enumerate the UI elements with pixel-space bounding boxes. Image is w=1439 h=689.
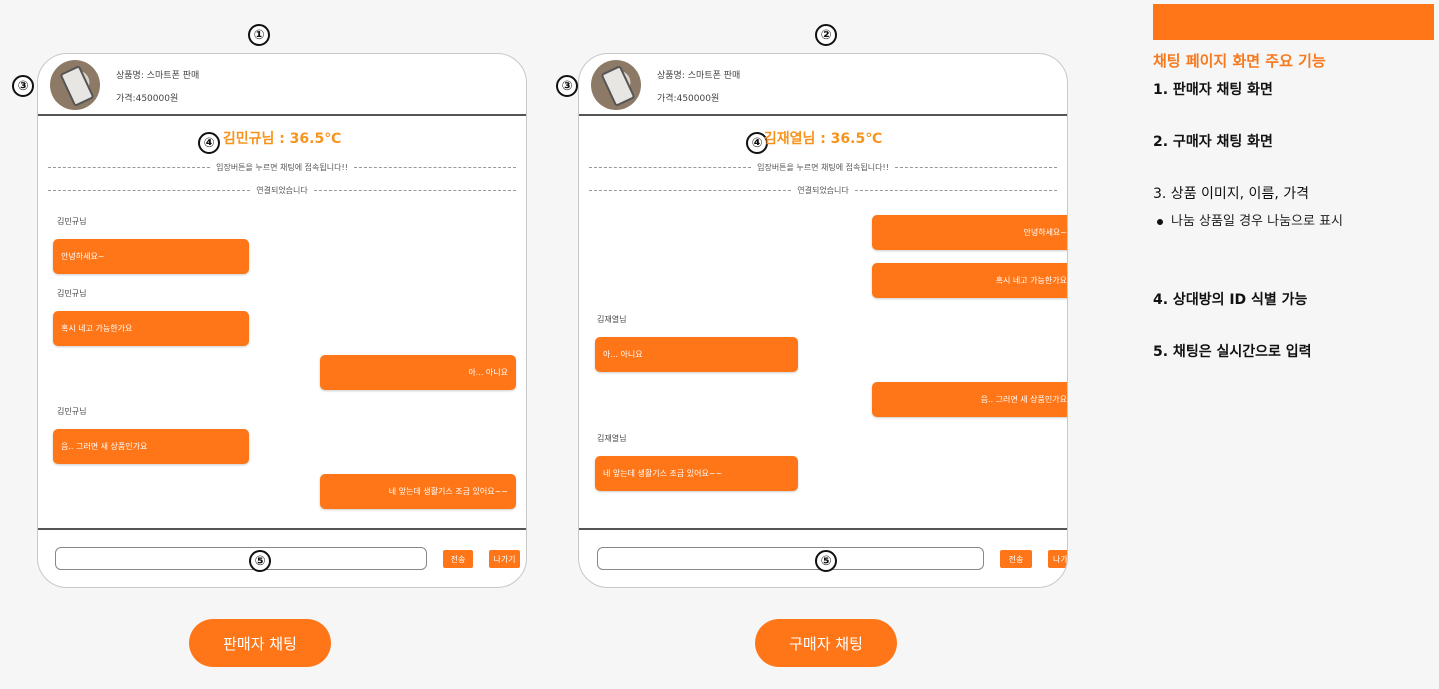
product-name: 상품명: 스마트폰 판매 [116,71,200,81]
sidebar-title: 채팅 페이지 화면 주요 기능 [1153,52,1326,70]
feature-item-3: 3. 상품 이미지, 이름, 가격 [1153,186,1309,202]
notice-enter: 입장버튼을 누르면 채팅에 접속됩니다!! [589,161,1057,173]
sender-name: 김민규님 [57,407,87,416]
message-bubble: 음.. 그러면 새 상품인가요 [872,382,1067,417]
feature-bullet: 나눔 상품일 경우 나눔으로 표시 [1157,210,1377,233]
sender-name: 김재열님 [597,434,627,443]
seller-chat-caption: 판매자 채팅 [189,619,331,667]
chat-partner-title: 김민규님 : 36.5℃ [222,131,342,147]
exit-button[interactable]: 나가기 [1048,550,1067,568]
chat-input-bar: ⑤ 전송 나가기 [38,528,526,587]
feature-item-2: 2. 구매자 채팅 화면 [1153,134,1273,150]
message-bubble: 네 앞는데 생활기스 조금 있어요~~ [320,474,516,509]
product-name: 상품명: 스마트폰 판매 [657,71,741,81]
message-bubble: 안녕하세요~ [872,215,1067,250]
feature-bullet-text: 나눔 상품일 경우 나눔으로 표시 [1171,214,1344,229]
message-bubble: 음.. 그러면 새 상품인가요 [53,429,249,464]
bullet-dot-icon [1157,218,1163,225]
product-image [591,60,641,110]
marker-5-buyer: ⑤ [815,550,837,572]
sender-name: 김민규님 [57,217,87,226]
feature-item-5: 5. 채팅은 실시간으로 입력 [1153,344,1312,360]
feature-item-1: 1. 판매자 채팅 화면 [1153,82,1273,98]
marker-3-seller: ③ [12,75,34,97]
marker-3-buyer: ③ [556,75,578,97]
notice-connected: 연결되었습니다 [589,184,1057,196]
feature-item-4: 4. 상대방의 ID 식별 가능 [1153,292,1308,308]
product-price: 가격:450000원 [116,94,179,104]
message-bubble: 아... 아니요 [595,337,798,372]
sender-name: 김민규님 [57,289,87,298]
sender-name: 김재열님 [597,315,627,324]
send-button[interactable]: 전송 [443,550,473,568]
product-header: 상품명: 스마트폰 판매 가격:450000원 [38,54,526,116]
message-input[interactable] [597,547,984,570]
send-button[interactable]: 전송 [1000,550,1032,568]
message-bubble: 안녕하세요~ [53,239,249,274]
marker-1: ① [248,24,270,46]
product-price: 가격:450000원 [657,94,720,104]
chat-partner-title: 김재열님 : 36.5℃ [763,131,883,147]
marker-2: ② [815,24,837,46]
marker-5-seller: ⑤ [249,550,271,572]
message-bubble: 네 앞는데 생활기스 조금 있어요~~ [595,456,798,491]
message-bubble: 혹시 네고 가능한가요 [53,311,249,346]
message-input[interactable] [55,547,427,570]
message-bubble: 아... 아니요 [320,355,516,390]
chat-input-bar: ⑤ 전송 나가기 [579,528,1067,587]
sidebar-accent-bar [1153,4,1434,40]
product-header: 상품명: 스마트폰 판매 가격:450000원 [579,54,1067,116]
notice-enter: 입장버튼을 누르면 채팅에 접속됩니다!! [48,161,516,173]
exit-button[interactable]: 나가기 [489,550,520,568]
notice-connected: 연결되었습니다 [48,184,516,196]
seller-chat-screen: 상품명: 스마트폰 판매 가격:450000원 ④ 김민규님 : 36.5℃ 입… [37,53,527,588]
message-bubble: 혹시 네고 가능한가요 [872,263,1067,298]
buyer-chat-caption: 구매자 채팅 [755,619,897,667]
product-image [50,60,100,110]
buyer-chat-screen: 상품명: 스마트폰 판매 가격:450000원 ④ 김재열님 : 36.5℃ 입… [578,53,1068,588]
